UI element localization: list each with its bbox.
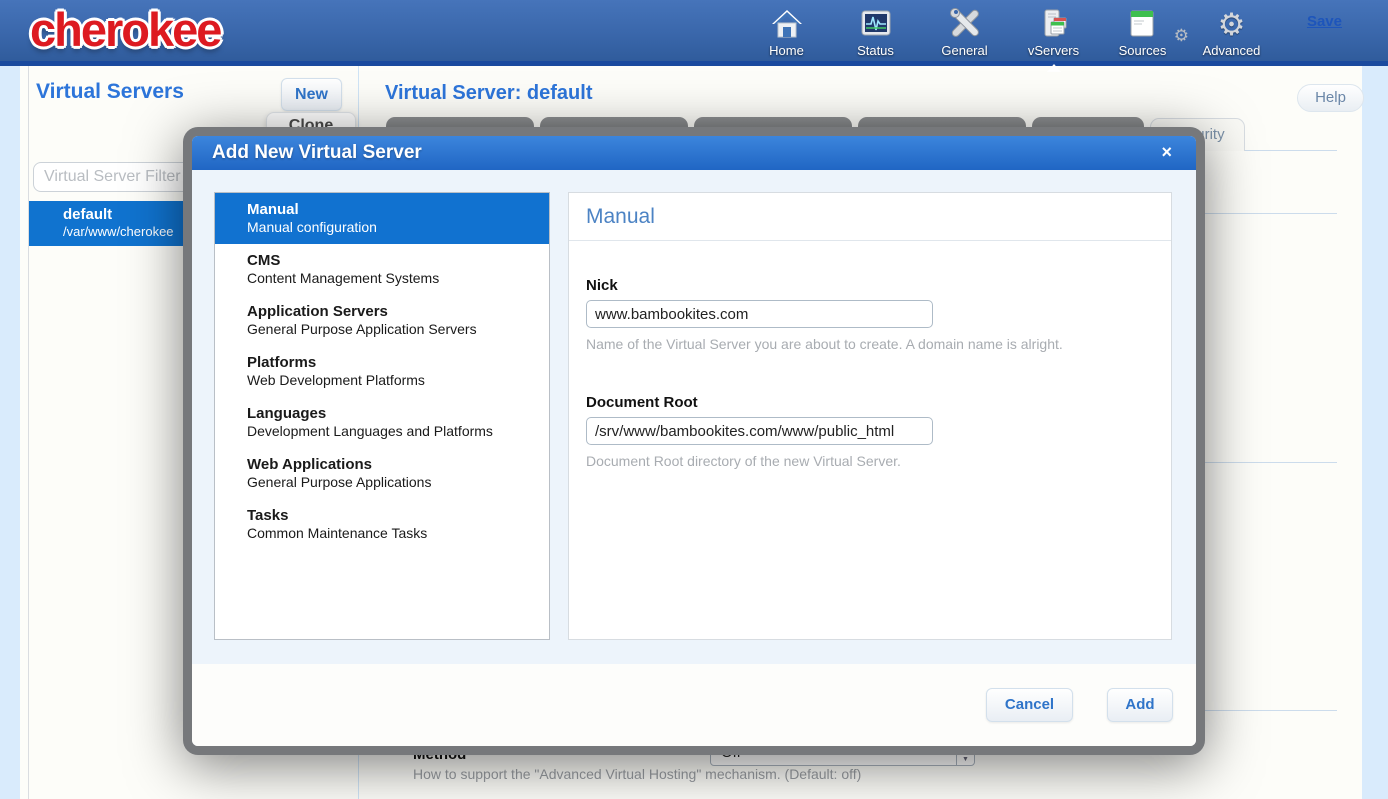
top-navigation-bar: cherokee Home (0, 0, 1388, 66)
nick-help-text: Name of the Virtual Server you are about… (586, 336, 1171, 352)
sidebar-left-border (28, 66, 29, 799)
advanced-icon: ⚙ (1187, 6, 1276, 42)
cherokee-logo: cherokee (30, 2, 220, 57)
wizard-detail-panel: Manual Nick Name of the Virtual Server y… (568, 192, 1172, 640)
dialog-header: Add New Virtual Server × (192, 136, 1196, 170)
nav-item-home[interactable]: Home (742, 6, 831, 58)
category-item-languages[interactable]: Languages Development Languages and Plat… (215, 397, 549, 448)
category-item-tasks[interactable]: Tasks Common Maintenance Tasks (215, 499, 549, 550)
vservers-icon (1009, 6, 1098, 42)
category-item-web-applications[interactable]: Web Applications General Purpose Applica… (215, 448, 549, 499)
cancel-button[interactable]: Cancel (986, 688, 1073, 722)
nav-label: Status (831, 43, 920, 58)
document-root-help-text: Document Root directory of the new Virtu… (586, 453, 1171, 469)
nav-item-advanced[interactable]: ⚙ Advanced (1187, 6, 1276, 58)
new-virtual-server-button[interactable]: New (281, 78, 342, 111)
category-title: Platforms (247, 354, 537, 371)
form-area: Nick Name of the Virtual Server you are … (569, 241, 1171, 469)
add-new-virtual-server-dialog: Add New Virtual Server × Manual Manual c… (183, 127, 1205, 755)
nick-label: Nick (586, 277, 1171, 294)
category-subtitle: Content Management Systems (247, 270, 537, 286)
category-subtitle: General Purpose Applications (247, 474, 537, 490)
document-root-field-block: Document Root Document Root directory of… (586, 394, 1171, 469)
category-item-cms[interactable]: CMS Content Management Systems (215, 244, 549, 295)
category-item-platforms[interactable]: Platforms Web Development Platforms (215, 346, 549, 397)
category-item-application-servers[interactable]: Application Servers General Purpose Appl… (215, 295, 549, 346)
home-icon (742, 6, 831, 42)
category-item-manual[interactable]: Manual Manual configuration (215, 193, 549, 244)
category-title: Manual (247, 201, 537, 218)
cherokee-admin-page: cherokee Home (0, 0, 1388, 799)
category-subtitle: Development Languages and Platforms (247, 423, 537, 439)
page-title: Virtual Server: default (385, 82, 592, 105)
general-icon (920, 6, 1009, 42)
nick-input[interactable] (586, 300, 933, 328)
category-title: Languages (247, 405, 537, 422)
category-subtitle: Manual configuration (247, 219, 537, 235)
nav-item-vservers[interactable]: vServers (1009, 6, 1098, 58)
panel-heading: Manual (569, 193, 1171, 241)
nav-label: Home (742, 43, 831, 58)
nav-item-general[interactable]: General (920, 6, 1009, 58)
category-title: Application Servers (247, 303, 537, 320)
sidebar-title: Virtual Servers (36, 80, 184, 104)
document-root-label: Document Root (586, 394, 1171, 411)
category-title: CMS (247, 252, 537, 269)
nav-label: General (920, 43, 1009, 58)
nav-label: vServers (1009, 43, 1098, 58)
category-subtitle: General Purpose Application Servers (247, 321, 537, 337)
category-subtitle: Common Maintenance Tasks (247, 525, 537, 541)
dialog-title: Add New Virtual Server (212, 142, 422, 164)
status-icon (831, 6, 920, 42)
category-subtitle: Web Development Platforms (247, 372, 537, 388)
nav-item-status[interactable]: Status (831, 6, 920, 58)
nav-item-sources[interactable]: ⚙ Sources (1098, 6, 1187, 58)
nick-field-block: Nick Name of the Virtual Server you are … (586, 277, 1171, 352)
add-button[interactable]: Add (1107, 688, 1173, 722)
category-title: Web Applications (247, 456, 537, 473)
nav-items: Home Status (742, 6, 1276, 58)
close-icon[interactable]: × (1161, 142, 1172, 163)
save-link[interactable]: Save (1307, 13, 1342, 30)
help-button[interactable]: Help (1297, 84, 1364, 112)
document-root-input[interactable] (586, 417, 933, 445)
nav-label: Advanced (1187, 43, 1276, 58)
sources-icon: ⚙ (1098, 6, 1187, 42)
wizard-category-list: Manual Manual configuration CMS Content … (214, 192, 550, 640)
category-title: Tasks (247, 507, 537, 524)
method-help-text: How to support the "Advanced Virtual Hos… (413, 766, 861, 782)
